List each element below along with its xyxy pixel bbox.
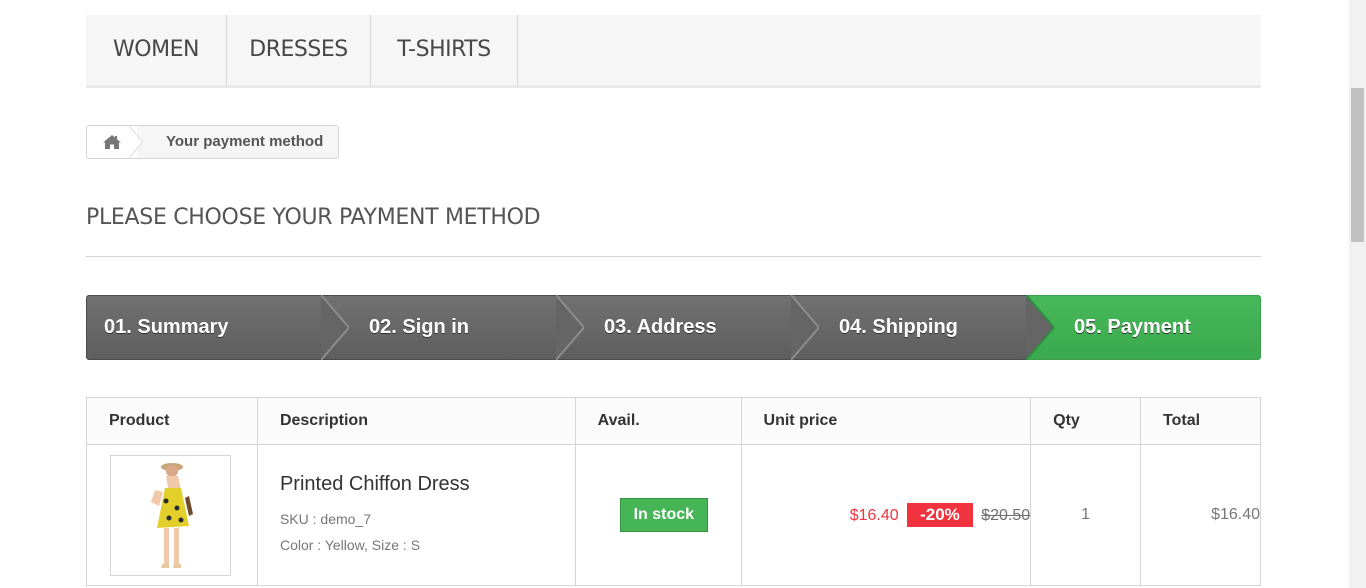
scrollbar-thumb[interactable] xyxy=(1351,88,1364,242)
col-product: Product xyxy=(86,397,258,445)
menu-item-tshirts[interactable]: T-SHIRTS xyxy=(371,15,518,85)
breadcrumb-separator-inner xyxy=(128,126,142,158)
col-description: Description xyxy=(256,397,576,445)
product-name-link[interactable]: Printed Chiffon Dress xyxy=(280,473,575,496)
status-badge: In stock xyxy=(619,498,709,532)
cell-description: Printed Chiffon Dress SKU : demo_7 Color… xyxy=(256,444,576,586)
step-arrow-1 xyxy=(321,295,349,360)
step-address[interactable]: 03. Address xyxy=(556,295,792,360)
step-sign-in-label: 02. Sign in xyxy=(369,316,470,338)
col-total: Total xyxy=(1140,397,1261,445)
product-photo xyxy=(151,462,193,568)
step-shipping-label: 04. Shipping xyxy=(839,316,958,338)
product-sku: SKU : demo_7 xyxy=(279,510,372,527)
product-attributes: Color : Yellow, Size : S xyxy=(279,536,421,553)
step-arrow-3 xyxy=(791,295,819,360)
col-qty: Qty xyxy=(1030,397,1142,445)
cell-qty: 1 xyxy=(1030,444,1142,586)
step-address-label: 03. Address xyxy=(604,316,717,338)
top-menu: WOMEN DRESSES T-SHIRTS xyxy=(86,15,1261,88)
cell-product-image xyxy=(86,444,258,586)
unit-price: $16.40 xyxy=(849,507,899,524)
page-title: PLEASE CHOOSE YOUR PAYMENT METHOD xyxy=(86,205,541,230)
col-availability: Avail. xyxy=(574,397,742,445)
step-sign-in[interactable]: 02. Sign in xyxy=(321,295,557,360)
step-arrow-2 xyxy=(556,295,584,360)
discount-badge: -20% xyxy=(907,503,973,527)
step-shipping[interactable]: 04. Shipping xyxy=(791,295,1027,360)
cell-availability: In stock xyxy=(574,444,742,586)
breadcrumb-current: Your payment method xyxy=(166,133,324,150)
col-unit-price: Unit price xyxy=(740,397,1032,445)
step-summary-label: 01. Summary xyxy=(104,316,229,338)
cell-total: $16.40 xyxy=(1140,444,1261,586)
menu-item-dresses[interactable]: DRESSES xyxy=(227,15,371,85)
breadcrumb: Your payment method xyxy=(86,125,339,159)
menu-item-women[interactable]: WOMEN xyxy=(86,15,227,85)
cart-summary-table: Product Description Avail. Unit price Qt… xyxy=(86,397,1261,586)
step-payment[interactable]: 05. Payment xyxy=(1026,295,1261,360)
old-price: $20.50 xyxy=(981,507,1031,524)
step-payment-label: 05. Payment xyxy=(1074,316,1191,338)
cell-unit-price: $16.40 -20% $20.50 xyxy=(740,444,1032,586)
product-image[interactable] xyxy=(110,454,231,576)
table-header-row: Product Description Avail. Unit price Qt… xyxy=(86,397,1261,445)
page-scrollbar[interactable] xyxy=(1349,0,1366,588)
table-row: Printed Chiffon Dress SKU : demo_7 Color… xyxy=(86,444,1261,586)
checkout-steps: 01. Summary 02. Sign in 03. Address 04. … xyxy=(86,295,1261,360)
home-icon xyxy=(103,135,121,149)
heading-divider xyxy=(86,256,1261,257)
step-summary[interactable]: 01. Summary xyxy=(86,295,322,360)
step-arrow-4 xyxy=(1026,295,1054,360)
